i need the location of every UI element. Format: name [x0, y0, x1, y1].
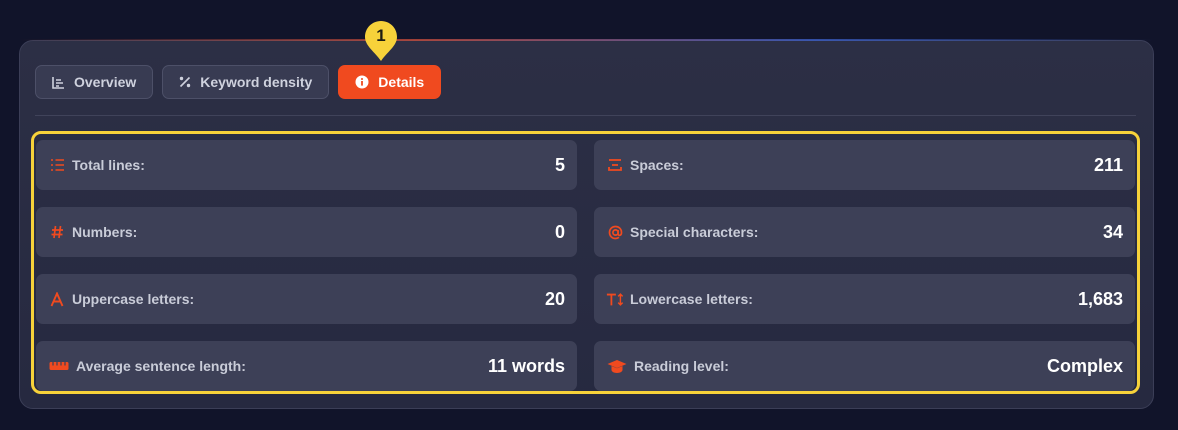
stat-reading-level-label: Reading level: [634, 358, 729, 374]
space-icon [606, 156, 624, 174]
stat-numbers-label: Numbers: [72, 224, 138, 240]
text-height-icon [606, 290, 624, 308]
stat-numbers: Numbers: 0 [36, 207, 577, 257]
stat-special-characters-value: 34 [1102, 221, 1123, 242]
stats-grid: Total lines: 5 Spaces: 211 Numbers: 0 Sp… [36, 140, 1136, 391]
stat-uppercase: Uppercase letters: 20 [36, 274, 577, 324]
stat-lowercase-value: 1,683 [1077, 288, 1123, 309]
tab-keyword-density[interactable]: Keyword density [162, 65, 330, 99]
stat-lowercase: Lowercase letters: 1,683 [594, 274, 1135, 324]
stat-total-lines: Total lines: 5 [36, 140, 577, 190]
ruler-icon [48, 357, 70, 375]
tab-overview[interactable]: Overview [35, 65, 154, 99]
stat-reading-level-value: Complex [1046, 355, 1123, 376]
panel-accent-line [19, 39, 1154, 41]
percent-icon [179, 76, 191, 88]
tab-divider [35, 115, 1136, 116]
stat-total-lines-value: 5 [554, 154, 565, 175]
stat-reading-level: Reading level: Complex [594, 341, 1135, 391]
tab-bar: Overview Keyword density Details [35, 65, 442, 99]
tab-details[interactable]: Details [338, 65, 442, 99]
stat-numbers-value: 0 [554, 221, 565, 242]
graduation-cap-icon [606, 357, 628, 375]
tab-overview-label: Overview [74, 74, 137, 90]
stat-uppercase-label: Uppercase letters: [72, 291, 195, 307]
stat-lowercase-label: Lowercase letters: [630, 291, 753, 307]
tab-keyword-density-label: Keyword density [200, 74, 313, 90]
stat-special-characters: Special characters: 34 [594, 207, 1135, 257]
list-numbered-icon [48, 156, 66, 174]
chart-icon [52, 76, 65, 89]
at-icon [606, 223, 624, 241]
step-badge: 1 [364, 20, 398, 62]
stat-average-sentence-length-value: 11 words [487, 355, 565, 376]
hash-icon [48, 223, 66, 241]
stat-uppercase-value: 20 [544, 288, 565, 309]
stat-special-characters-label: Special characters: [630, 224, 759, 240]
step-badge-number: 1 [376, 26, 386, 45]
stat-average-sentence-length: Average sentence length: 11 words [36, 341, 577, 391]
info-icon [355, 75, 369, 89]
stat-spaces: Spaces: 211 [594, 140, 1135, 190]
stat-spaces-label: Spaces: [630, 157, 684, 173]
letter-a-icon [48, 290, 66, 308]
stat-average-sentence-length-label: Average sentence length: [76, 358, 246, 374]
stat-spaces-value: 211 [1093, 154, 1123, 175]
stat-total-lines-label: Total lines: [72, 157, 145, 173]
tab-details-label: Details [378, 74, 425, 90]
